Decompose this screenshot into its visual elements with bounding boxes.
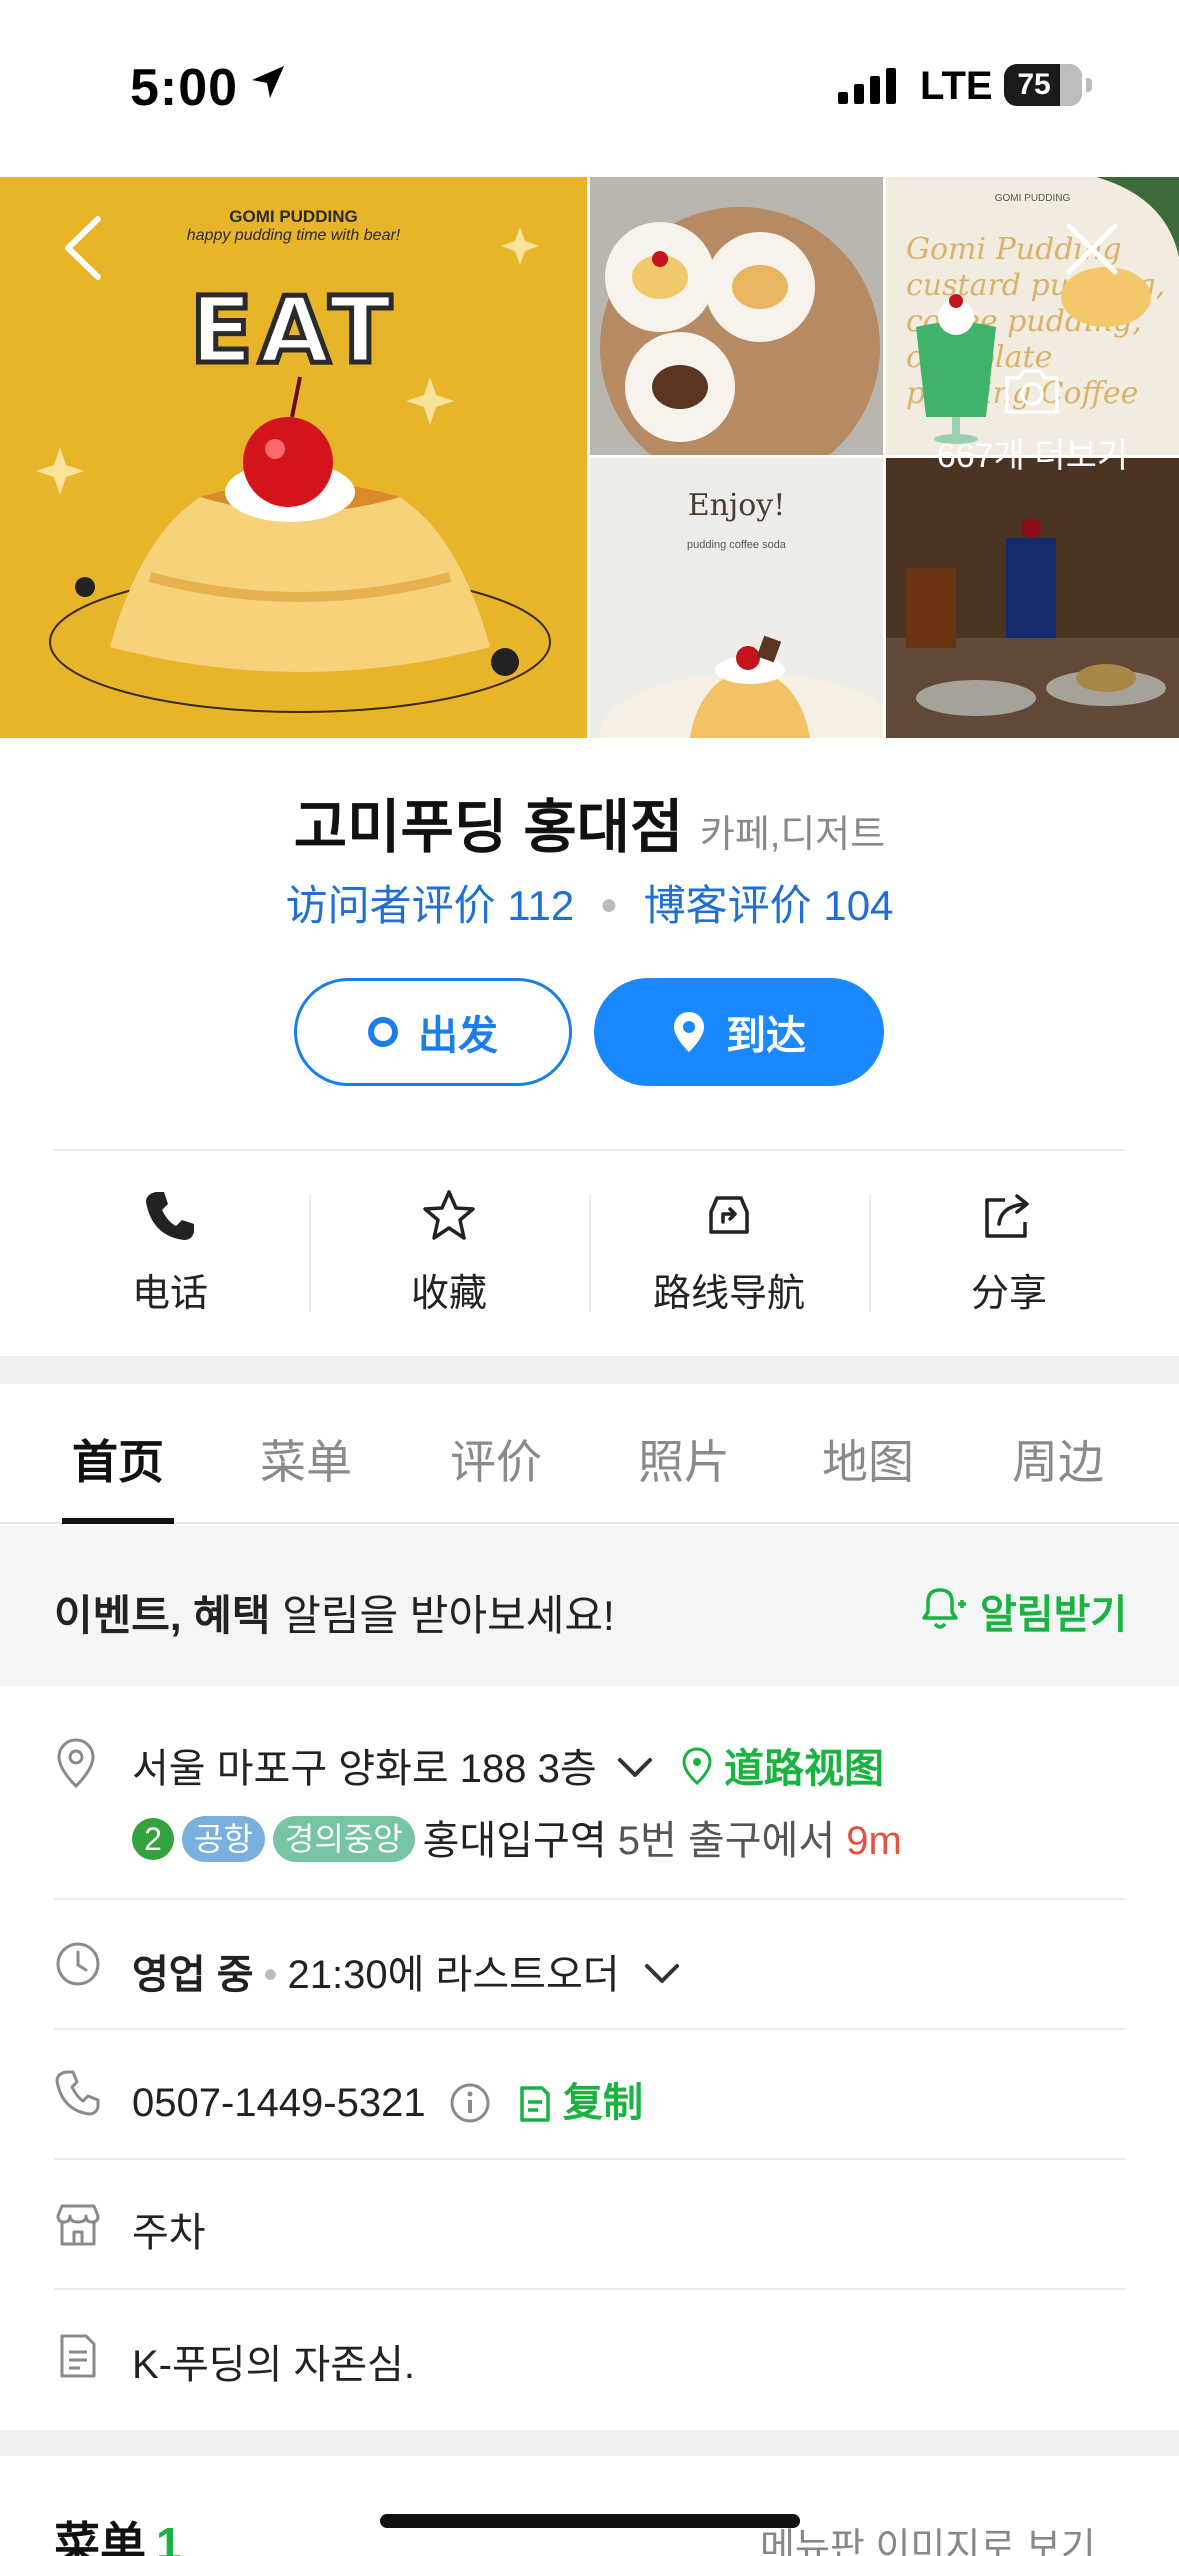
route-icon: [709, 1196, 749, 1234]
notice-rest: 알림을 받아보세요!: [270, 1592, 615, 1639]
arrive-button[interactable]: 到达: [594, 978, 884, 1086]
photo-thumb-1[interactable]: [590, 177, 883, 455]
tab-bar: 首页 菜单 评价 照片 地图 周边: [0, 1384, 1179, 1524]
parking-row: 주차: [0, 2160, 1179, 2288]
separator-dot: •: [263, 1953, 278, 1997]
battery-icon: 75: [1004, 64, 1082, 106]
divider: [54, 1149, 1125, 1151]
section-gap: [0, 1356, 1179, 1384]
tab-photos[interactable]: 照片: [638, 1426, 730, 1492]
station-distance: 9m: [846, 1819, 902, 1863]
last-order-text: 21:30에 라스트오더: [287, 1953, 620, 1997]
notice-bold: 이벤트, 혜택: [54, 1592, 271, 1639]
station-exit: 5번 출구에서: [606, 1819, 847, 1863]
notification-banner: 이벤트, 혜택 알림을 받아보세요! 알림받기: [0, 1526, 1179, 1686]
arrive-label: 到达: [726, 1014, 806, 1058]
hours-row[interactable]: 영업 중 • 21:30에 라스트오더: [0, 1900, 1179, 2028]
share-action[interactable]: 分享: [869, 1170, 1149, 1340]
more-photos-button[interactable]: 667개 더보기: [886, 428, 1179, 477]
tab-home[interactable]: 首页: [72, 1426, 164, 1492]
road-view-link[interactable]: 道路视图: [724, 1747, 884, 1791]
pudding-tray-illustration: [590, 177, 883, 455]
menu-image-link[interactable]: 메뉴판 이미지로 보기: [760, 2516, 1096, 2556]
clock-icon: [56, 1942, 100, 1986]
chevron-down-icon[interactable]: [643, 1962, 681, 1986]
battery-level: 75: [1017, 68, 1051, 101]
subscribe-alerts-button[interactable]: 알림받기: [980, 1582, 1127, 1640]
blog-reviews-link[interactable]: 博客评价 104: [644, 882, 894, 929]
pin-icon: [674, 1012, 704, 1052]
signal-icon: [838, 68, 896, 104]
road-view-pin-icon: [682, 1747, 712, 1785]
separator-dot: ●: [599, 888, 618, 921]
copy-phone-button[interactable]: 复制: [563, 2081, 643, 2125]
section-gap: [0, 2430, 1179, 2456]
quick-actions: 电话 收藏 路线导航 分享: [0, 1170, 1179, 1340]
station-name: 홍대입구역: [422, 1819, 607, 1863]
open-status: 영업 중: [132, 1953, 254, 1997]
depart-label: 出发: [418, 1014, 498, 1058]
pudding-plate-illustration: [600, 635, 883, 738]
location-arrow-icon: [252, 66, 284, 98]
address-text: 서울 마포구 양화로 188 3층: [132, 1747, 597, 1791]
place-category: 카페,디저트: [699, 814, 886, 856]
menu-section-title: 菜单 1: [54, 2508, 182, 2556]
share-icon: [985, 1194, 1029, 1238]
description-text: K-푸딩의 자존심.: [132, 2343, 416, 2387]
visitor-reviews-link[interactable]: 访问者评价 112: [286, 882, 575, 929]
save-label: 收藏: [410, 1273, 487, 1315]
phone-number[interactable]: 0507-1449-5321: [132, 2081, 426, 2125]
depart-button[interactable]: 出发: [294, 978, 572, 1086]
address-line: 서울 마포구 양화로 188 3층 道路视图: [132, 1736, 884, 1794]
status-time: 5:00: [130, 59, 239, 117]
parking-text: 주차: [132, 2211, 206, 2255]
more-photos-overlay[interactable]: [886, 458, 1179, 738]
airport-line-badge: 공항: [182, 1816, 265, 1862]
tab-map[interactable]: 地图: [822, 1426, 914, 1492]
battery-tip: [1086, 78, 1092, 92]
origin-dot-icon: [368, 1017, 398, 1047]
route-action[interactable]: 路线导航: [589, 1170, 869, 1340]
info-icon[interactable]: [449, 2082, 491, 2124]
menu-count: 1: [156, 2518, 182, 2556]
gyeongui-line-badge: 경의중앙: [272, 1816, 415, 1862]
back-icon[interactable]: [60, 215, 104, 281]
hours-line: 영업 중 • 21:30에 라스트오더: [132, 1942, 681, 2000]
notice-text: 이벤트, 혜택 알림을 받아보세요!: [54, 1582, 615, 1643]
phone-outline-icon: [55, 2070, 100, 2116]
place-name: 고미푸딩 홍대점: [293, 795, 684, 860]
tab-reviews[interactable]: 评价: [450, 1426, 542, 1492]
network-type: LTE: [920, 64, 993, 108]
subway-line-2-badge: 2: [132, 1818, 174, 1860]
star-icon: [423, 1190, 475, 1240]
call-action[interactable]: 电话: [30, 1170, 310, 1340]
place-title-row: 고미푸딩 홍대점 카페,디저트: [0, 780, 1179, 864]
copy-icon: [520, 2086, 550, 2122]
location-pin-icon: [57, 1738, 95, 1789]
active-tab-indicator: [62, 1518, 174, 1524]
home-indicator[interactable]: [380, 2514, 800, 2528]
chevron-down-icon[interactable]: [616, 1756, 654, 1780]
save-action[interactable]: 收藏: [309, 1170, 589, 1340]
review-summary: 访问者评价 112 ● 博客评价 104: [0, 872, 1179, 933]
bell-plus-icon: [922, 1588, 966, 1629]
call-label: 电话: [131, 1273, 208, 1315]
status-bar: 5:00 LTE 75: [0, 0, 1179, 177]
document-icon: [60, 2334, 96, 2378]
store-icon: [56, 2204, 100, 2246]
tab-nearby[interactable]: 周边: [1012, 1426, 1104, 1492]
route-label: 路线导航: [652, 1273, 805, 1315]
phone-row: 0507-1449-5321 复制: [0, 2030, 1179, 2158]
phone-icon: [146, 1192, 194, 1240]
camera-icon: [1005, 369, 1059, 414]
menu-title: 菜单: [54, 2518, 146, 2556]
close-icon[interactable]: [1065, 222, 1119, 276]
photo-thumb-3[interactable]: Enjoy! pudding coffee soda: [590, 458, 883, 738]
phone-line: 0507-1449-5321 复制: [132, 2070, 643, 2128]
tab-menu[interactable]: 菜单: [260, 1426, 352, 1492]
address-row: 서울 마포구 양화로 188 3층 道路视图 2 공항 경의중앙 홍대입구역 5번 출…: [0, 1686, 1179, 1900]
share-label: 分享: [970, 1273, 1047, 1315]
subway-line: 2 공항 경의중앙 홍대입구역 5번 출구에서 9m: [132, 1808, 902, 1866]
description-row: K-푸딩의 자존심.: [0, 2290, 1179, 2430]
